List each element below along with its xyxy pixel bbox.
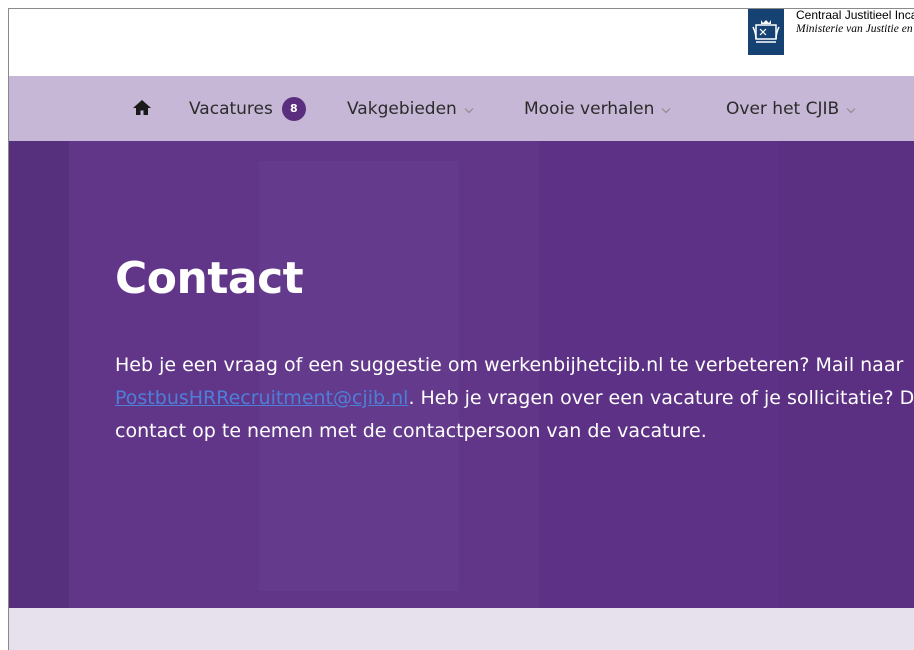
site-header: Centraal Justitieel Incassobureau Minist…: [9, 9, 914, 76]
intro-line-2: PostbusHRRecruitment@cjib.nl. Heb je vra…: [115, 382, 914, 415]
page-title: Contact: [115, 253, 304, 304]
chevron-down-icon: [464, 107, 474, 113]
intro-line-3: contact op te nemen met de contactpersoo…: [115, 420, 707, 442]
contact-intro-text: Heb je een vraag of een suggestie om wer…: [115, 349, 914, 448]
nav-item-mooie-verhalen[interactable]: Mooie verhalen: [524, 76, 671, 141]
chevron-down-icon: [661, 107, 671, 113]
coat-of-arms-logo-icon[interactable]: [748, 9, 784, 55]
organization-wordmark[interactable]: Centraal Justitieel Incassobureau Minist…: [796, 9, 914, 37]
hero-background-panel: [9, 141, 69, 608]
intro-line-1: Heb je een vraag of een suggestie om wer…: [115, 354, 904, 376]
nav-item-label: Over het CJIB: [726, 98, 840, 119]
browser-viewport: Centraal Justitieel Incassobureau Minist…: [8, 8, 914, 650]
nav-item-vakgebieden[interactable]: Vakgebieden: [347, 76, 474, 141]
main-navigation: Vacatures 8 Vakgebieden Mooie verhalen O…: [9, 76, 914, 141]
content-section-background: [9, 608, 914, 650]
ministry-name: Ministerie van Justitie en Veiligheid: [796, 23, 914, 35]
home-icon[interactable]: [131, 97, 153, 119]
recruitment-email-link[interactable]: PostbusHRRecruitment@cjib.nl: [115, 387, 408, 409]
nav-item-label: Vakgebieden: [347, 98, 457, 119]
hero-banner: Contact Heb je een vraag of een suggesti…: [9, 141, 914, 608]
vacancy-count-badge: 8: [281, 96, 306, 121]
nav-item-over-het-cjib[interactable]: Over het CJIB: [726, 76, 856, 141]
nav-item-vacatures[interactable]: Vacatures 8: [189, 76, 306, 141]
chevron-down-icon: [846, 107, 856, 113]
intro-line-2-text: . Heb je vragen over een vacature of je …: [408, 387, 914, 409]
nav-item-label: Mooie verhalen: [524, 98, 655, 119]
nav-item-label: Vacatures: [189, 98, 273, 119]
